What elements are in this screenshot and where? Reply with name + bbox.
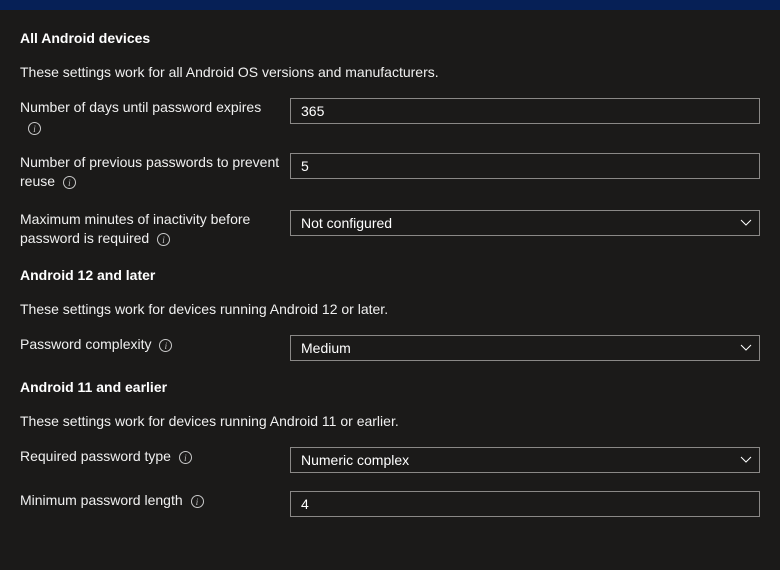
select-password-complexity[interactable]: Medium [290,335,760,361]
row-inactivity-minutes: Maximum minutes of inactivity before pas… [20,210,760,249]
select-required-password-type[interactable]: Numeric complex [290,447,760,473]
select-value: Medium [290,335,760,361]
row-password-expiry-days: Number of days until password expires [20,98,760,135]
info-icon[interactable] [191,495,204,508]
section-heading-all-android: All Android devices [20,30,760,46]
info-icon[interactable] [179,451,192,464]
label-previous-passwords: Number of previous passwords to prevent … [20,153,290,192]
input-min-password-length[interactable] [290,491,760,517]
label-inactivity-minutes: Maximum minutes of inactivity before pas… [20,210,290,249]
row-required-password-type: Required password type Numeric complex [20,447,760,473]
section-desc-android-11: These settings work for devices running … [20,413,760,429]
section-heading-android-12: Android 12 and later [20,267,760,283]
row-min-password-length: Minimum password length [20,491,760,517]
label-text: Required password type [20,448,171,464]
info-icon[interactable] [63,176,76,189]
row-previous-passwords: Number of previous passwords to prevent … [20,153,760,192]
select-value: Not configured [290,210,760,236]
label-text: Number of days until password expires [20,99,261,115]
info-icon[interactable] [28,122,41,135]
label-password-expiry-days: Number of days until password expires [20,98,290,135]
section-desc-all-android: These settings work for all Android OS v… [20,64,760,80]
label-text: Password complexity [20,336,152,352]
section-heading-android-11: Android 11 and earlier [20,379,760,395]
label-text: Minimum password length [20,492,183,508]
label-min-password-length: Minimum password length [20,491,290,511]
label-text: Number of previous passwords to prevent … [20,154,279,190]
top-banner [0,0,780,10]
input-password-expiry-days[interactable] [290,98,760,124]
info-icon[interactable] [159,339,172,352]
row-password-complexity: Password complexity Medium [20,335,760,361]
label-required-password-type: Required password type [20,447,290,467]
label-text: Maximum minutes of inactivity before pas… [20,211,250,247]
select-inactivity-minutes[interactable]: Not configured [290,210,760,236]
input-previous-passwords[interactable] [290,153,760,179]
info-icon[interactable] [157,233,170,246]
select-value: Numeric complex [290,447,760,473]
section-desc-android-12: These settings work for devices running … [20,301,760,317]
label-password-complexity: Password complexity [20,335,290,355]
